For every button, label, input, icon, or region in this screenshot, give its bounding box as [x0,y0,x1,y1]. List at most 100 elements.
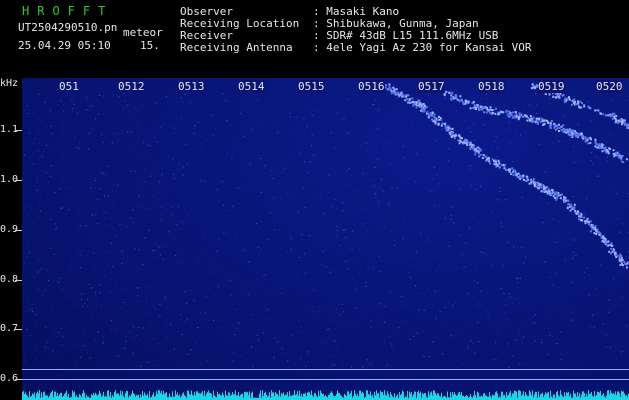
noise-dot [572,312,574,314]
noise-dot [232,360,234,362]
noise-dot [372,179,374,181]
trace-dot [546,192,549,195]
trace-dot [486,158,489,161]
noise-dot [71,100,73,102]
level-bar [39,390,40,400]
trace-dot [595,232,598,235]
trace-dot [528,118,531,121]
noise-dot [278,268,280,270]
noise-dot [49,175,51,177]
level-bar [306,396,307,400]
noise-dot [619,350,621,352]
noise-dot [381,260,383,262]
noise-dot [165,296,167,298]
noise-dot [100,153,102,155]
level-bar [616,395,617,400]
level-bar [200,393,201,400]
noise-dot [320,155,322,157]
noise-dot [421,298,423,300]
noise-dot [142,264,144,266]
noise-dot [617,219,619,221]
noise-dot [164,297,166,299]
noise-dot [24,230,26,232]
noise-dot [357,341,359,343]
noise-dot [26,256,28,258]
noise-dot [499,190,501,192]
trace-dot [431,111,434,114]
noise-dot [263,307,265,309]
noise-dot [620,364,622,366]
noise-dot [451,218,453,220]
noise-dot [542,221,544,223]
noise-dot [198,174,200,176]
noise-dot [377,101,379,103]
trace-dot [510,172,513,175]
noise-dot [436,129,438,131]
noise-dot [448,160,450,162]
noise-dot [555,210,557,212]
noise-dot [358,247,360,249]
noise-dot [70,188,72,190]
level-bar [388,393,389,400]
noise-dot [532,316,534,318]
trace-dot [558,126,561,129]
noise-dot [450,158,452,160]
noise-dot [275,233,277,235]
noise-dot [400,322,402,324]
trace-dot [434,122,437,125]
noise-dot [409,339,411,341]
noise-dot [162,245,164,247]
x-tick-label: 0514 [238,80,265,93]
noise-dot [387,205,389,207]
noise-dot [363,278,365,280]
noise-dot [83,332,85,334]
noise-dot [577,124,579,126]
noise-dot [200,180,202,182]
noise-dot [403,105,405,107]
noise-dot [27,299,29,301]
level-bar [503,395,504,400]
noise-dot [124,225,126,227]
noise-dot [324,266,326,268]
trace-dot [573,208,576,211]
noise-dot [119,223,121,225]
trace-dot [526,176,529,179]
noise-dot [45,145,47,147]
level-bar [431,391,432,400]
level-bar [396,395,397,400]
level-bar [462,395,463,400]
noise-dot [189,188,191,190]
noise-dot [457,361,459,363]
noise-dot [75,269,77,271]
noise-dot [348,185,350,187]
noise-dot [474,126,476,128]
level-bar [225,390,226,400]
noise-dot [79,254,81,256]
level-bar [219,393,220,400]
noise-dot [175,254,177,256]
noise-dot [234,145,236,147]
noise-dot [333,364,335,366]
noise-dot [209,158,211,160]
trace-dot [472,146,475,149]
level-bar [612,393,613,400]
noise-dot [217,326,219,328]
noise-dot [144,168,146,170]
noise-dot [87,305,89,307]
trace-dot [484,155,487,158]
noise-dot [106,136,108,138]
noise-dot [95,304,97,306]
noise-dot [219,271,221,273]
level-bar [55,391,56,400]
trace-dot [571,99,574,102]
noise-dot [210,261,212,263]
noise-dot [201,148,203,150]
noise-dot [394,239,396,241]
noise-dot [453,363,455,365]
noise-dot [40,268,42,270]
trace-dot [609,115,612,118]
noise-dot [470,194,472,196]
noise-dot [56,357,58,359]
noise-dot [397,298,399,300]
noise-dot [164,284,166,286]
